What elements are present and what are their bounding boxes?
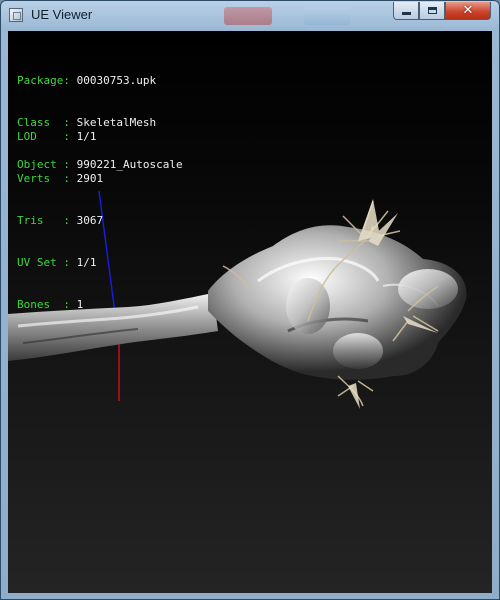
- window-title: UE Viewer: [31, 7, 93, 22]
- verts-value: 2901: [76, 172, 104, 185]
- close-button[interactable]: ✕: [445, 2, 491, 20]
- minimize-button[interactable]: [393, 2, 419, 20]
- app-icon[interactable]: [9, 8, 23, 22]
- verts-row: Verts : 2901: [17, 172, 104, 185]
- bones-value: 1: [76, 298, 84, 311]
- background-taskbar-blur: [304, 7, 350, 25]
- mesh-stats-block: LOD : 1/1 Verts : 2901 Tris : 3067 UV Se…: [17, 102, 103, 340]
- maximize-icon: [427, 7, 437, 14]
- uvset-value: 1/1: [76, 256, 97, 269]
- close-icon: ✕: [462, 3, 474, 18]
- 3d-viewport[interactable]: Package: 00030753.upk Class : SkeletalMe…: [8, 31, 492, 593]
- bones-row: Bones : 1: [17, 298, 84, 311]
- title-bar[interactable]: UE Viewer ✕: [1, 1, 499, 31]
- app-window: UE Viewer ✕ Package: 00030753.upk Class …: [0, 0, 500, 600]
- tris-value: 3067: [76, 214, 104, 227]
- background-taskbar-blur: [224, 7, 272, 25]
- package-row: Package: 00030753.upk: [17, 74, 157, 87]
- package-value: 00030753.upk: [76, 74, 157, 87]
- uvset-row: UV Set : 1/1: [17, 256, 97, 269]
- maximize-button[interactable]: [419, 2, 445, 20]
- tris-row: Tris : 3067: [17, 214, 104, 227]
- lod-value: 1/1: [76, 130, 97, 143]
- lod-row: LOD : 1/1: [17, 130, 97, 143]
- minimize-icon: [401, 12, 411, 15]
